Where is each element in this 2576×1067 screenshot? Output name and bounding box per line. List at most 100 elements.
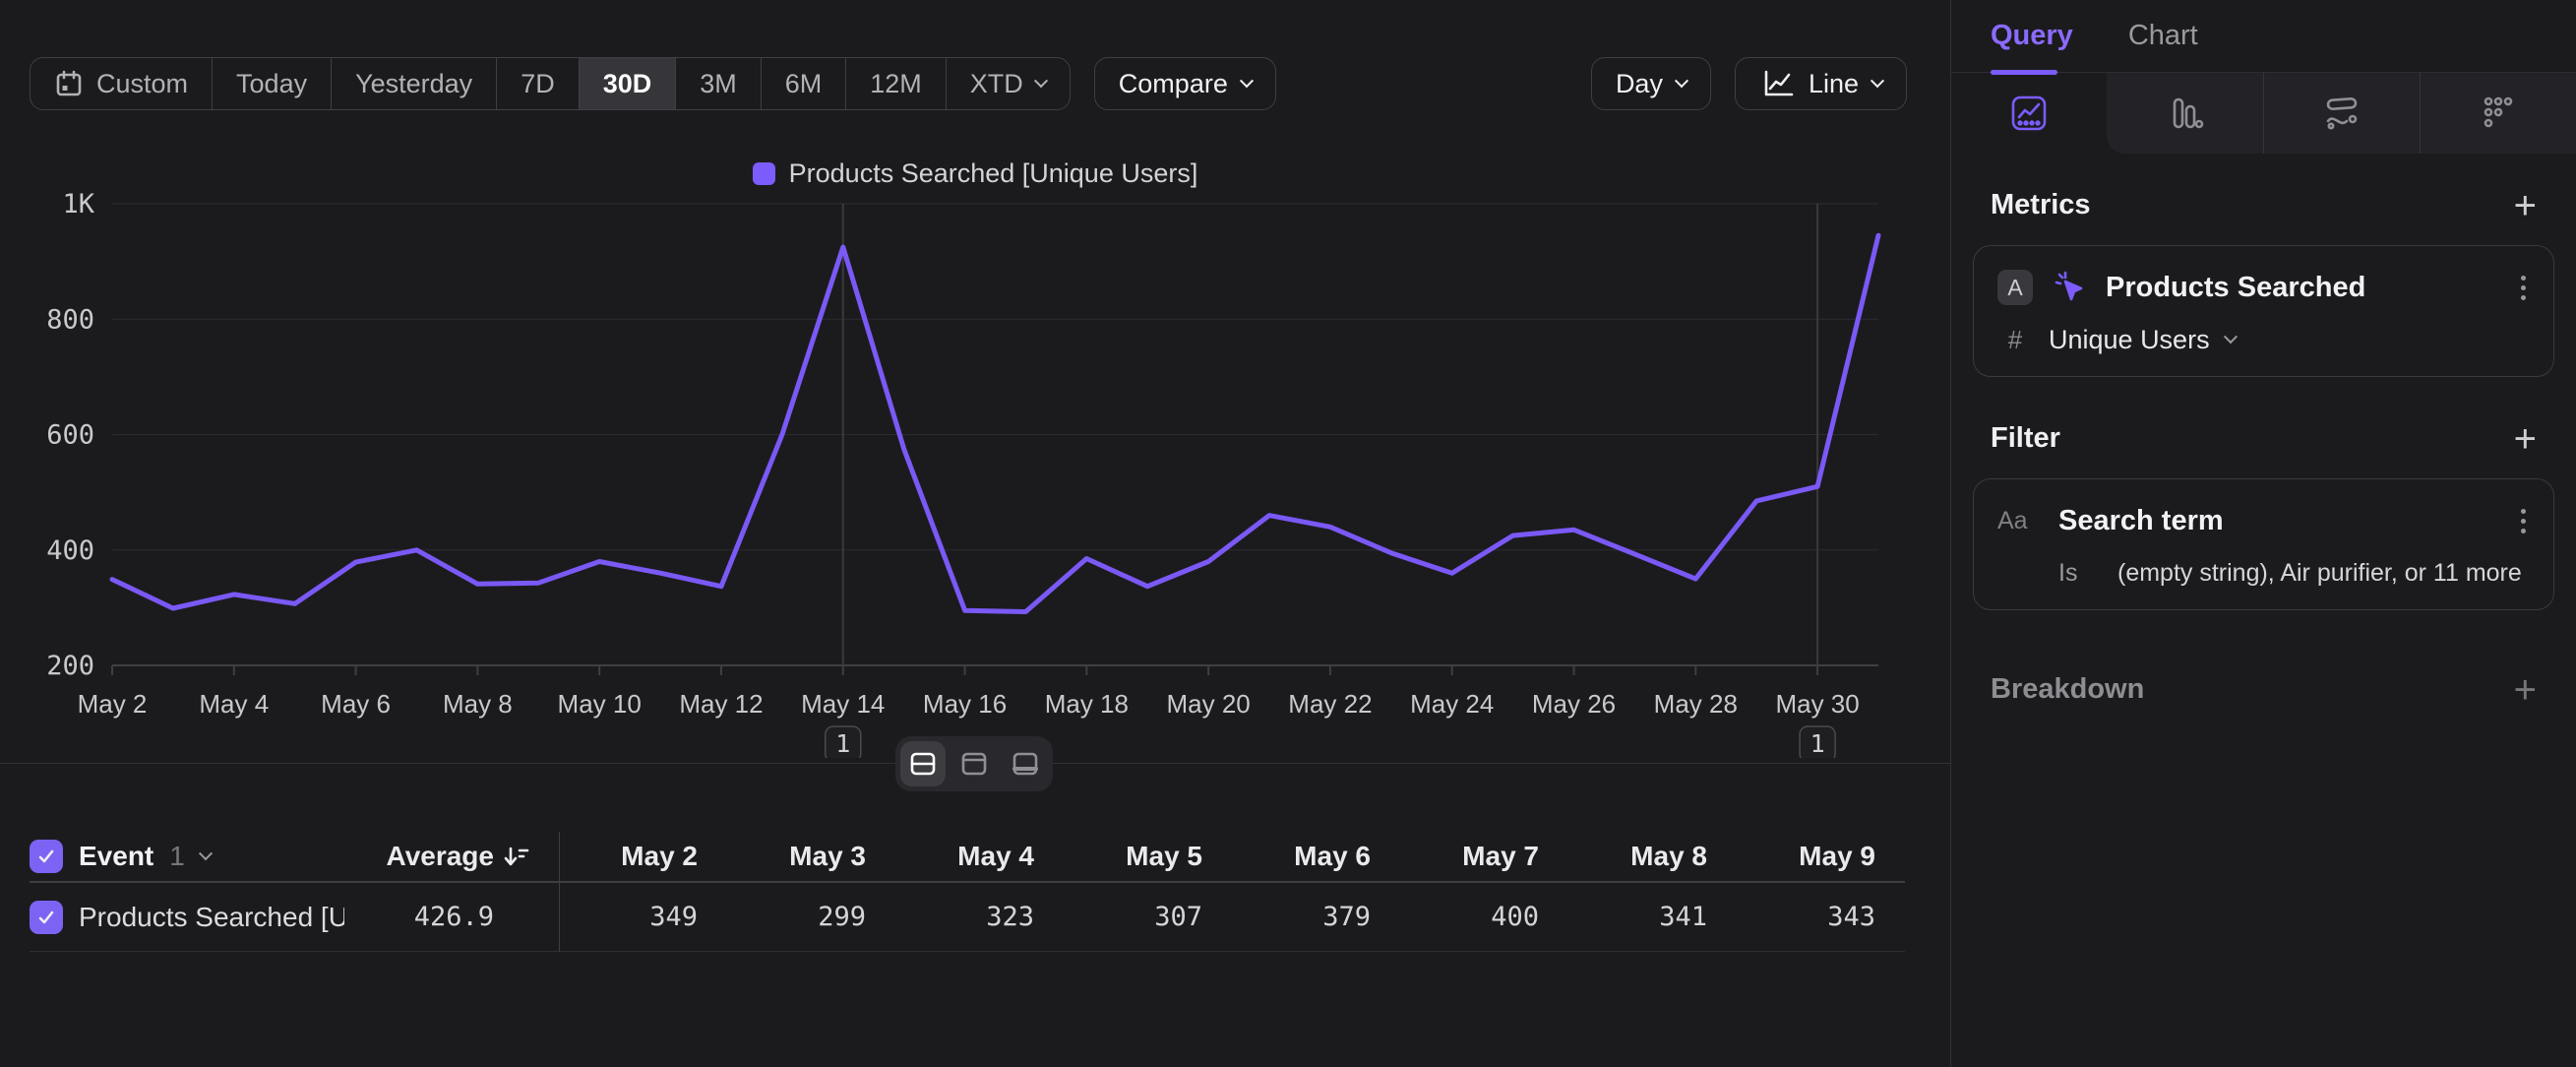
compare-button[interactable]: Compare [1094,57,1276,110]
toolbar-right-group: Day Line [1591,57,1907,110]
range-label: 6M [785,69,823,99]
tab-query[interactable]: Query [1991,20,2073,52]
date-range-selector: Custom Today Yesterday7D30D 3M 6M 12M XTD [30,57,1071,110]
chart-legend: Products Searched [Unique Users] [0,159,1950,187]
chevron-down-icon [199,847,213,860]
flows-icon[interactable] [2420,73,2576,154]
range-label: Custom [96,69,188,99]
select-all-checkbox[interactable] [30,840,63,873]
insights-icon[interactable] [1951,73,2107,154]
metric-event-name[interactable]: Products Searched [2106,272,2499,304]
query-panel: Query Chart Metrics + [1950,0,2576,1067]
kebab-menu-icon[interactable] [2517,272,2530,304]
date-value-cell: 323 [866,902,1034,932]
chart-only-view-icon[interactable] [951,741,997,786]
date-value-cell: 400 [1371,902,1539,932]
row-checkbox[interactable] [30,901,63,934]
range-30d[interactable]: 30D [580,58,677,109]
range-yesterday[interactable]: Yesterday [332,58,497,109]
y-tick-label: 400 [46,535,94,566]
tab-chart[interactable]: Chart [2128,20,2198,52]
filter-property-name[interactable]: Search term [2058,505,2499,537]
metric-card[interactable]: A Products Searched # Unique Users [1973,245,2554,377]
layout-divider [0,763,1950,764]
chevron-down-icon [2224,330,2238,344]
table-only-view-icon[interactable] [1003,741,1048,786]
filter-card-row: Aa Search term [1997,499,2530,542]
aggregation-label: Unique Users [2049,325,2210,355]
range-label: Today [236,69,307,99]
filter-condition-row[interactable]: Is (empty string), Air purifier, or 11 m… [2058,556,2530,590]
report-type-tabs [1951,73,2576,154]
x-tick-label: May 4 [199,689,269,719]
check-icon [35,846,57,867]
chart-type-label: Line [1809,69,1859,99]
line-chart-icon [1759,66,1795,101]
event-label: Event [79,841,153,872]
x-tick-label: May 16 [923,689,1007,719]
add-metric-button[interactable]: + [2514,191,2537,220]
series-line[interactable] [112,235,1878,611]
kebab-menu-icon[interactable] [2517,505,2530,537]
range-label: XTD [970,69,1023,99]
funnels-icon[interactable] [2107,73,2263,154]
date-column-header[interactable]: May 3 [698,841,866,872]
range-3m[interactable]: 3M [676,58,762,109]
calendar-icon [54,69,84,98]
range-xtd[interactable]: XTD [947,58,1070,109]
date-value-cells: 349299323307379400341343 [529,902,1875,932]
granularity-button[interactable]: Day [1591,57,1711,110]
toolbar-left-group: Custom Today Yesterday7D30D 3M 6M 12M XTD Comp… [30,57,1276,110]
y-tick-label: 200 [46,651,94,681]
date-column-header[interactable]: May 4 [866,841,1034,872]
filter-card[interactable]: Aa Search term Is (empty string), Air pu… [1973,478,2554,610]
annotation-badge-label: 1 [835,729,850,758]
metric-aggregation-row[interactable]: # Unique Users [1997,323,2530,356]
chevron-down-icon [1675,74,1688,88]
check-icon [35,907,57,928]
retention-icon[interactable] [2263,73,2420,154]
date-value-cell: 307 [1034,902,1202,932]
x-tick-label: May 22 [1288,689,1372,719]
x-tick-label: May 18 [1045,689,1129,719]
metrics-title: Metrics [1991,189,2091,221]
table-column-divider [559,832,560,952]
date-column-header[interactable]: May 9 [1707,841,1875,872]
range-label: 12M [870,69,922,99]
toolbar: Custom Today Yesterday7D30D 3M 6M 12M XTD Comp… [30,57,1907,110]
x-tick-label: May 12 [679,689,763,719]
chart-type-button[interactable]: Line [1735,57,1907,110]
date-column-header[interactable]: May 6 [1202,841,1371,872]
range-custom[interactable]: Custom [31,58,213,109]
table-row: Products Searched [Un... 426.9 349299323… [30,883,1905,952]
y-tick-label: 800 [46,304,94,335]
filter-title: Filter [1991,422,2060,455]
range-12m[interactable]: 12M [846,58,947,109]
annotation-badge-label: 1 [1810,729,1825,758]
date-column-header[interactable]: May 8 [1539,841,1707,872]
range-label: 3M [700,69,737,99]
date-column-header[interactable]: May 5 [1034,841,1202,872]
y-tick-label: 1K [62,189,94,220]
date-value-cell: 343 [1707,902,1875,932]
split-view-icon[interactable] [900,741,946,786]
date-value-cell: 349 [529,902,698,932]
filter-operator: Is [2058,559,2102,588]
filter-values: (empty string), Air purifier, or 11 more [2117,559,2522,588]
date-column-header[interactable]: May 2 [529,841,698,872]
event-header-cell[interactable]: Event 1 [30,840,344,873]
breakdown-title: Breakdown [1991,673,2144,706]
panel-tabs: Query Chart [1951,0,2576,73]
y-tick-label: 600 [46,420,94,451]
average-header-cell[interactable]: Average [344,841,529,872]
add-breakdown-button[interactable]: + [2514,675,2537,705]
date-column-header[interactable]: May 7 [1371,841,1539,872]
events-table: Event 1 Average May 2May 3May 4May 5May … [30,832,1905,952]
legend-label: Products Searched [Unique Users] [789,158,1198,189]
range-today[interactable]: Today [213,58,332,109]
add-filter-button[interactable]: + [2514,424,2537,454]
range-6m[interactable]: 6M [762,58,847,109]
x-tick-label: May 10 [558,689,642,719]
range-7d[interactable]: 7D [497,58,580,109]
date-value-cell: 341 [1539,902,1707,932]
